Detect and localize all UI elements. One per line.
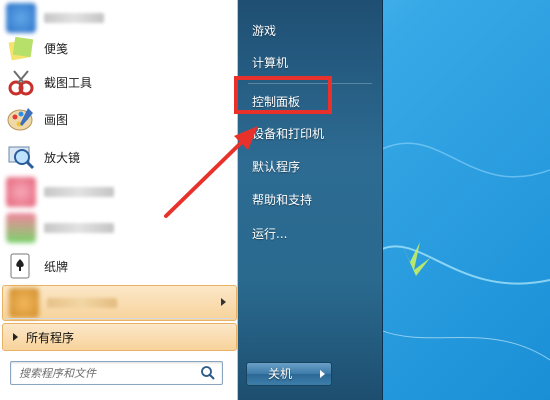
blurred-label [44,13,104,23]
start-menu-right-pane: 游戏 计算机 控制面板 设备和打印机 默认程序 帮助和支持 运行... 关机 [238,0,383,400]
program-item-paint[interactable]: 画图 [0,101,237,137]
program-item-blurred-3[interactable] [0,210,237,246]
desktop-wallpaper-art [380,142,550,361]
right-item-games[interactable]: 游戏 [244,18,374,44]
program-label: 画图 [44,112,69,127]
shutdown-button[interactable]: 关机 [246,362,314,386]
submenu-arrow-icon [221,298,226,306]
blurred-app-icon [9,288,39,318]
program-item-blurred-highlighted[interactable] [2,285,237,321]
paint-icon [6,104,36,134]
program-item-magnifier[interactable]: 放大镜 [0,139,237,175]
search-icon[interactable] [200,365,216,381]
right-item-computer[interactable]: 计算机 [244,50,374,76]
program-label: 便笺 [44,41,69,56]
search-box[interactable] [10,361,223,385]
blurred-app-icon [6,177,36,207]
program-label: 放大镜 [44,150,81,165]
annotation-highlight-box [234,76,332,114]
program-list: 便笺 截图工具 画图 放大镜 纸牌 [0,0,237,321]
solitaire-icon [6,251,36,281]
blurred-label [44,223,114,233]
program-item-sticky-notes[interactable]: 便笺 [0,30,237,66]
program-item-snipping-tool[interactable]: 截图工具 [0,64,237,100]
right-arrow-icon [13,333,18,341]
blurred-app-icon [6,3,36,33]
program-item-blurred-2[interactable] [0,174,237,210]
all-programs-button[interactable]: 所有程序 [2,323,237,351]
magnifier-icon [6,142,36,172]
right-item-default-programs[interactable]: 默认程序 [244,154,374,180]
right-item-devices-printers[interactable]: 设备和打印机 [244,121,374,147]
blurred-label [44,187,114,197]
start-menu-left-pane: 便笺 截图工具 画图 放大镜 纸牌 所有程序 搜索程序和文件 [0,0,238,400]
blurred-app-icon [6,213,36,243]
shutdown-options-button[interactable] [313,362,332,386]
snipping-tool-icon [6,67,36,97]
blurred-label [47,298,117,308]
sticky-notes-icon [6,33,36,63]
program-label: 截图工具 [44,75,93,90]
right-item-help-support[interactable]: 帮助和支持 [244,187,374,213]
program-label: 纸牌 [44,259,69,274]
search-input[interactable] [17,364,201,382]
right-item-run[interactable]: 运行... [244,221,374,247]
all-programs-label: 所有程序 [26,330,75,345]
program-item-solitaire[interactable]: 纸牌 [0,248,237,284]
divider [6,318,231,319]
right-arrow-icon [320,370,325,378]
